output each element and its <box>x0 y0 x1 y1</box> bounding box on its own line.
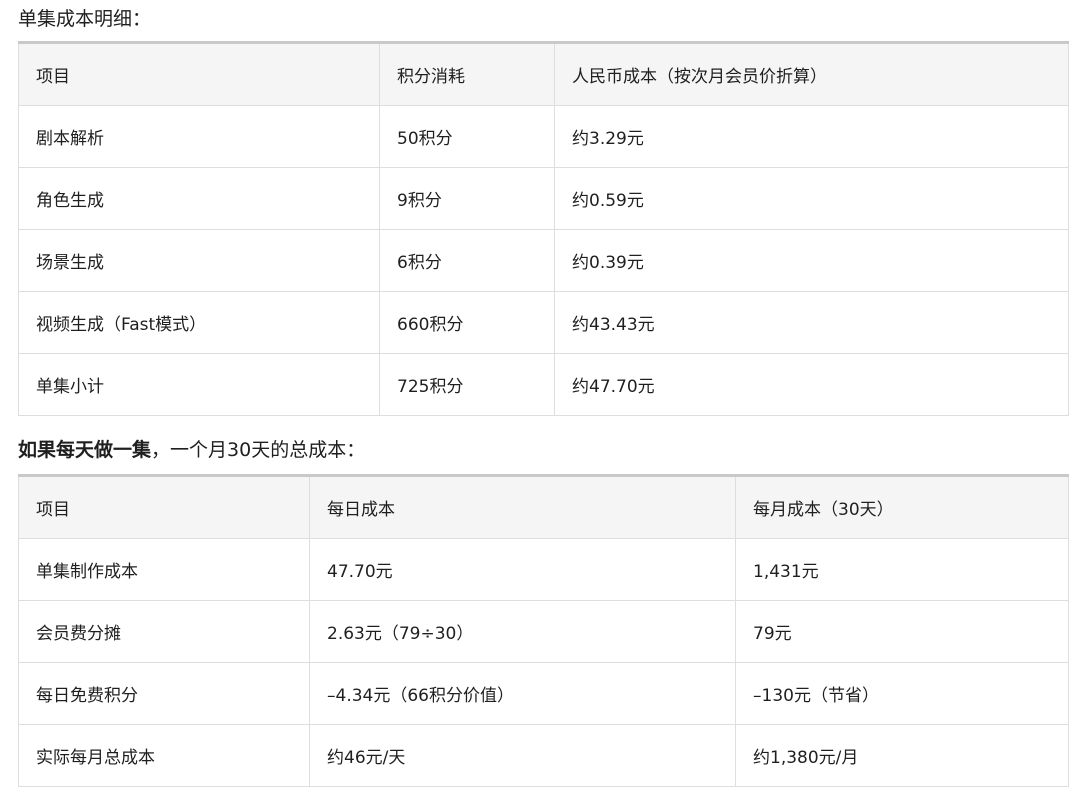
column-header: 每月成本（30天） <box>735 474 1069 539</box>
table-cell: 会员费分摊 <box>18 600 310 663</box>
table-cell: 2.63元（79÷30） <box>309 600 736 663</box>
table-cell: 约46元/天 <box>309 724 736 787</box>
table-cell: –4.34元（66积分价值） <box>309 662 736 725</box>
table-row: 场景生成 6积分 约0.39元 <box>18 229 1069 292</box>
column-header: 项目 <box>18 474 310 539</box>
table-cell: 725积分 <box>379 353 555 416</box>
table-cell: 79元 <box>735 600 1069 663</box>
heading-bold-text: 如果每天做一集 <box>18 439 152 461</box>
table-row: 会员费分摊 2.63元（79÷30） 79元 <box>18 600 1069 663</box>
table-cell: 约1,380元/月 <box>735 724 1069 787</box>
table-cell: 约43.43元 <box>554 291 1069 354</box>
table-cell: 9积分 <box>379 167 555 230</box>
table-header-row: 项目 每日成本 每月成本（30天） <box>18 474 1069 539</box>
table-cell: 1,431元 <box>735 538 1069 601</box>
section-heading-cost-detail: 单集成本明细： <box>18 8 152 30</box>
table-cell: 47.70元 <box>309 538 736 601</box>
table-cell: 角色生成 <box>18 167 380 230</box>
table-row: 单集小计 725积分 约47.70元 <box>18 353 1069 416</box>
table-row: 每日免费积分 –4.34元（66积分价值） –130元（节省） <box>18 662 1069 725</box>
table-row: 剧本解析 50积分 约3.29元 <box>18 105 1069 168</box>
table-cell: 视频生成（Fast模式） <box>18 291 380 354</box>
column-header: 人民币成本（按次月会员价折算） <box>554 41 1069 106</box>
table-cell: 6积分 <box>379 229 555 292</box>
table-cell: 约0.59元 <box>554 167 1069 230</box>
section-heading-monthly-cost: 如果每天做一集，一个月30天的总成本： <box>18 438 365 462</box>
table-cell: 剧本解析 <box>18 105 380 168</box>
table-row: 视频生成（Fast模式） 660积分 约43.43元 <box>18 291 1069 354</box>
monthly-cost-table: 项目 每日成本 每月成本（30天） 单集制作成本 47.70元 1,431元 会… <box>18 474 1069 787</box>
table-cell: 50积分 <box>379 105 555 168</box>
table-header-row: 项目 积分消耗 人民币成本（按次月会员价折算） <box>18 41 1069 106</box>
table-row: 单集制作成本 47.70元 1,431元 <box>18 538 1069 601</box>
table-cell: –130元（节省） <box>735 662 1069 725</box>
table-row: 角色生成 9积分 约0.59元 <box>18 167 1069 230</box>
table-cell: 约47.70元 <box>554 353 1069 416</box>
table-row: 实际每月总成本 约46元/天 约1,380元/月 <box>18 724 1069 787</box>
table-cell: 660积分 <box>379 291 555 354</box>
column-header: 积分消耗 <box>379 41 555 106</box>
table-cell: 每日免费积分 <box>18 662 310 725</box>
table-cell: 约0.39元 <box>554 229 1069 292</box>
table-cell: 约3.29元 <box>554 105 1069 168</box>
column-header: 项目 <box>18 41 380 106</box>
column-header: 每日成本 <box>309 474 736 539</box>
episode-cost-table: 项目 积分消耗 人民币成本（按次月会员价折算） 剧本解析 50积分 约3.29元… <box>18 41 1069 416</box>
table-cell: 单集制作成本 <box>18 538 310 601</box>
table-cell: 单集小计 <box>18 353 380 416</box>
table-cell: 场景生成 <box>18 229 380 292</box>
heading-rest-text: ，一个月30天的总成本： <box>151 439 366 461</box>
table-cell: 实际每月总成本 <box>18 724 310 787</box>
